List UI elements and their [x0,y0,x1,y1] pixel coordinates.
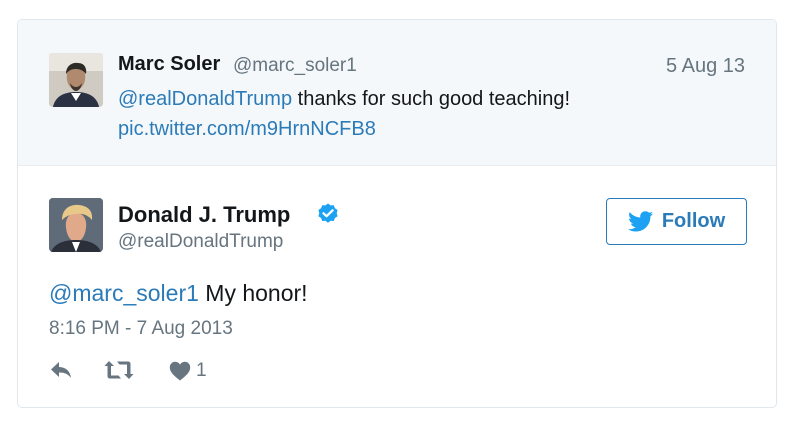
parent-tweet-text: @realDonaldTrump thanks for such good te… [118,84,738,144]
parent-author-name[interactable]: Marc Soler [118,53,220,76]
verified-badge-icon [318,203,338,223]
follow-button-label: Follow [661,210,726,232]
main-tweet-body: My honor! [198,280,308,306]
parent-tweet[interactable]: Marc Soler @marc_soler1 5 Aug 13 @realDo… [18,20,776,166]
reply-button[interactable] [49,360,73,380]
parent-tweet-body: thanks for such good teaching! [292,88,571,110]
main-mention-link[interactable]: @marc_soler1 [49,280,199,306]
main-author-handle[interactable]: @realDonaldTrump [118,231,283,253]
main-author-name[interactable]: Donald J. Trump [118,202,290,228]
avatar-photo-icon [49,53,103,107]
embedded-tweet-card: Marc Soler @marc_soler1 5 Aug 13 @realDo… [17,19,777,408]
reply-icon [51,362,71,378]
like-count: 1 [196,360,207,381]
parent-mention-link[interactable]: @realDonaldTrump [118,88,292,110]
avatar-photo-icon [49,198,103,252]
main-tweet-text: @marc_soler1 My honor! [49,280,308,307]
main-author-avatar[interactable] [49,198,103,252]
parent-author-avatar[interactable] [49,53,103,107]
parent-media-link[interactable]: pic.twitter.com/m9HrnNCFB8 [118,118,376,140]
retweet-icon [104,361,134,379]
retweet-button[interactable] [104,360,134,380]
like-button[interactable]: 1 [169,360,207,382]
like-icon [169,361,191,381]
parent-tweet-date[interactable]: 5 Aug 13 [666,55,745,78]
follow-button[interactable]: Follow [606,198,747,245]
parent-author-handle[interactable]: @marc_soler1 [233,55,357,77]
twitter-bird-icon [627,210,653,231]
main-tweet-timestamp[interactable]: 8:16 PM - 7 Aug 2013 [49,318,233,340]
